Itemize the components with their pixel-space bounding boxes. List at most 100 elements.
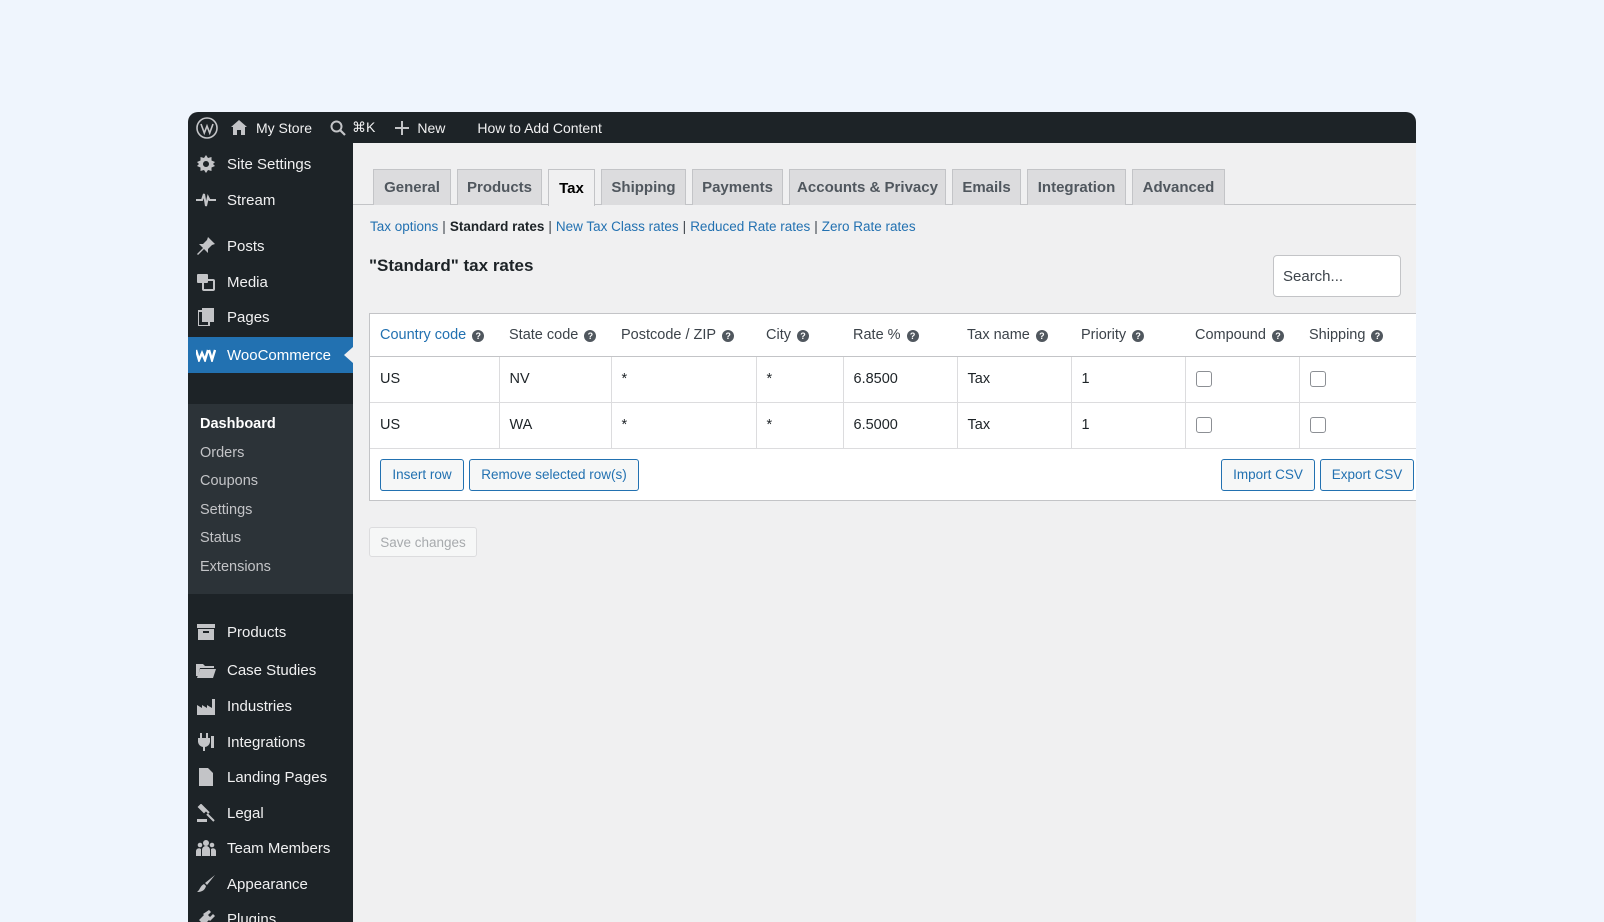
cell-postcode[interactable]: *	[611, 356, 757, 403]
sidebar-item-site-settings[interactable]: Site Settings	[188, 146, 353, 182]
insert-row-button[interactable]: Insert row	[380, 458, 464, 491]
tab-accounts-privacy[interactable]: Accounts & Privacy	[789, 169, 946, 205]
submenu-item-settings[interactable]: Settings	[200, 502, 252, 518]
column-postcode: Postcode / ZIP?	[611, 314, 756, 357]
shipping-checkbox[interactable]	[1309, 371, 1326, 388]
browser-window: My Store ⌘K New How to Add Content Site …	[188, 112, 1416, 922]
new-tax-class-rates-link[interactable]: New Tax Class rates	[556, 219, 679, 234]
settings-content: General Products Tax Shipping Payments A…	[353, 143, 1416, 922]
sidebar-item-team-members[interactable]: Team Members	[188, 830, 353, 866]
sidebar-label: Pages	[227, 308, 270, 326]
standard-rates-link[interactable]: Standard rates	[450, 219, 545, 234]
sidebar-item-plugins[interactable]: Plugins	[188, 901, 353, 922]
sidebar-label: Products	[227, 623, 287, 641]
cell-state[interactable]: WA	[499, 402, 612, 449]
help-icon[interactable]: ?	[1271, 329, 1284, 342]
table-row[interactable]: US WA * * 6.5000 Tax 1	[370, 402, 1416, 449]
tax-options-link[interactable]: Tax options	[370, 219, 438, 234]
tab-emails[interactable]: Emails	[952, 169, 1021, 205]
tab-integration[interactable]: Integration	[1027, 169, 1126, 205]
compound-checkbox[interactable]	[1195, 417, 1212, 434]
sidebar-item-pages[interactable]: Pages	[188, 299, 353, 335]
cell-priority[interactable]: 1	[1071, 402, 1186, 449]
page-icon	[196, 767, 216, 787]
search-input[interactable]	[1273, 255, 1401, 297]
folder-icon	[196, 660, 216, 680]
remove-rows-button[interactable]: Remove selected row(s)	[469, 458, 639, 491]
new-content-menu[interactable]: New	[395, 112, 445, 143]
sidebar-item-landing-pages[interactable]: Landing Pages	[188, 759, 353, 795]
help-icon[interactable]: ?	[906, 329, 919, 342]
help-icon[interactable]: ?	[796, 329, 809, 342]
export-csv-button[interactable]: Export CSV	[1320, 458, 1414, 491]
site-name-link[interactable]: My Store	[230, 112, 312, 143]
cell-priority[interactable]: 1	[1071, 356, 1186, 403]
cell-country[interactable]: US	[370, 356, 500, 403]
header-label: Tax name	[967, 326, 1030, 343]
sidebar-label: Plugins	[227, 910, 277, 922]
sidebar-item-case-studies[interactable]: Case Studies	[188, 652, 353, 688]
cell-city[interactable]: *	[756, 402, 844, 449]
zero-rate-rates-link[interactable]: Zero Rate rates	[822, 219, 916, 234]
submenu-item-orders[interactable]: Orders	[200, 445, 244, 461]
column-country-code[interactable]: Country code?	[370, 314, 499, 357]
sidebar-item-products[interactable]: Products	[188, 614, 353, 650]
sidebar-label: WooCommerce	[227, 346, 331, 364]
submenu-item-status[interactable]: Status	[200, 530, 241, 546]
help-icon[interactable]: ?	[1371, 329, 1384, 342]
help-icon[interactable]: ?	[722, 329, 735, 342]
cell-rate[interactable]: 6.8500	[843, 356, 958, 403]
how-to-add-content-link[interactable]: How to Add Content	[477, 112, 602, 143]
cell-tax-name[interactable]: Tax	[957, 356, 1072, 403]
header-label: Country code	[380, 326, 467, 343]
sidebar-item-posts[interactable]: Posts	[188, 228, 353, 264]
cell-state[interactable]: NV	[499, 356, 612, 403]
tax-rates-table: Country code? State code? Postcode / ZIP…	[369, 313, 1416, 501]
paintbrush-icon	[196, 874, 216, 894]
tab-general[interactable]: General	[373, 169, 451, 205]
cell-city[interactable]: *	[756, 356, 844, 403]
shortcut-label: ⌘K	[352, 119, 376, 135]
cell-country[interactable]: US	[370, 402, 500, 449]
archive-icon	[196, 622, 216, 642]
sidebar-item-appearance[interactable]: Appearance	[188, 866, 353, 902]
woocommerce-icon	[196, 345, 216, 365]
sidebar-item-stream[interactable]: Stream	[188, 182, 353, 218]
cell-tax-name[interactable]: Tax	[957, 402, 1072, 449]
tab-tax[interactable]: Tax	[548, 169, 595, 206]
submenu-item-dashboard[interactable]: Dashboard	[200, 416, 276, 432]
sidebar-label: Industries	[227, 697, 293, 715]
wordpress-logo-icon[interactable]	[188, 112, 224, 143]
tab-products[interactable]: Products	[457, 169, 542, 205]
help-icon[interactable]: ?	[1035, 329, 1048, 342]
cell-postcode[interactable]: *	[611, 402, 757, 449]
sidebar-label: Stream	[227, 191, 276, 209]
tab-shipping[interactable]: Shipping	[601, 169, 686, 205]
submenu-item-coupons[interactable]: Coupons	[200, 473, 258, 489]
reduced-rate-rates-link[interactable]: Reduced Rate rates	[690, 219, 810, 234]
import-csv-button[interactable]: Import CSV	[1221, 458, 1315, 491]
command-search[interactable]: ⌘K	[330, 112, 375, 143]
help-icon[interactable]: ?	[472, 329, 485, 342]
help-icon[interactable]: ?	[584, 329, 597, 342]
help-icon[interactable]: ?	[1132, 329, 1145, 342]
sidebar-label: Posts	[227, 237, 265, 255]
sidebar-item-legal[interactable]: Legal	[188, 795, 353, 831]
separator: |	[682, 219, 687, 234]
sidebar-item-woocommerce[interactable]: WooCommerce	[188, 337, 353, 373]
cell-rate[interactable]: 6.5000	[843, 402, 958, 449]
sidebar-item-media[interactable]: Media	[188, 264, 353, 300]
tab-payments[interactable]: Payments	[692, 169, 783, 205]
header-label: City	[766, 326, 791, 343]
sidebar-item-industries[interactable]: Industries	[188, 688, 353, 724]
table-row[interactable]: US NV * * 6.8500 Tax 1	[370, 356, 1416, 403]
tab-advanced[interactable]: Advanced	[1132, 169, 1225, 205]
users-icon	[196, 838, 216, 858]
shipping-checkbox[interactable]	[1309, 417, 1326, 434]
header-label: Rate %	[853, 326, 901, 343]
compound-checkbox[interactable]	[1195, 371, 1212, 388]
site-name-label: My Store	[256, 119, 313, 136]
save-changes-button[interactable]: Save changes	[369, 527, 477, 557]
sidebar-item-integrations[interactable]: Integrations	[188, 724, 353, 760]
submenu-item-extensions[interactable]: Extensions	[200, 559, 271, 575]
